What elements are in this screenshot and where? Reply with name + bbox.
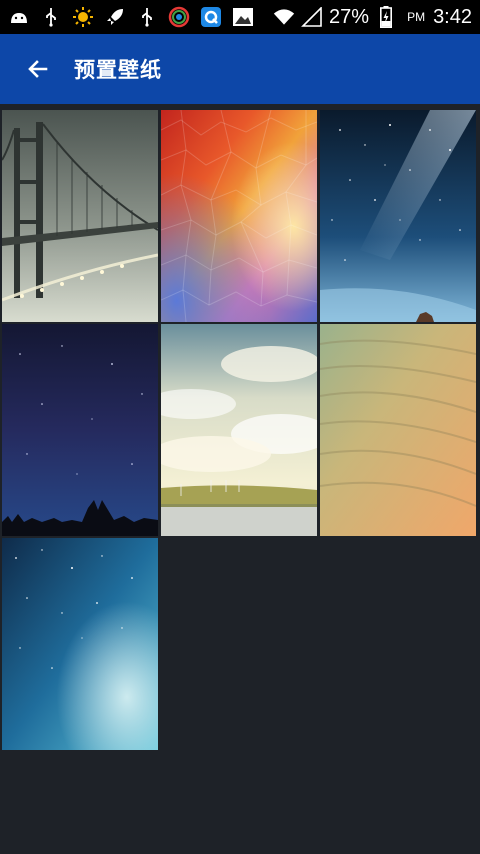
wallpaper-thumbnail-night-forest[interactable] [2,324,158,536]
wind-farm-image [161,324,317,536]
usb-icon-2 [136,6,158,28]
app-circle-icon [168,6,190,28]
wallpaper-thumbnail-wind-farm[interactable] [161,324,317,536]
notification-icons [8,6,254,28]
sand-dune-image [320,324,476,536]
android-icon [8,6,30,28]
wallpaper-thumbnail-polygon[interactable] [161,110,317,322]
signal-icon [301,6,323,28]
nebula-image [2,538,158,750]
night-forest-image [2,324,158,536]
clock-time: 3:42 [433,5,472,28]
milky-way-image [320,110,476,322]
page-title: 预置壁纸 [74,58,162,82]
rocket-icon [104,6,126,28]
wallpaper-thumbnail-nebula[interactable] [2,538,158,750]
q-app-icon [200,6,222,28]
battery-charging-icon [375,6,397,28]
status-bar: 27% PM 3:42 [0,0,480,34]
app-bar: 预置壁纸 [0,34,480,104]
image-icon [232,6,254,28]
back-button[interactable] [18,49,58,89]
time-ampm: PM [407,10,426,24]
wifi-icon [273,6,295,28]
system-status: 27% PM 3:42 [273,6,472,29]
wallpaper-thumbnail-sand-dune[interactable] [320,324,476,536]
battery-percentage: 27% [329,5,370,28]
usb-icon [40,6,62,28]
sun-icon [72,6,94,28]
polygon-colors-image [161,110,317,322]
wallpaper-grid [2,110,478,750]
arrow-left-icon [28,60,48,78]
bridge-image [2,110,158,322]
wallpaper-thumbnail-bridge[interactable] [2,110,158,322]
wallpaper-thumbnail-milky-way[interactable] [320,110,476,322]
